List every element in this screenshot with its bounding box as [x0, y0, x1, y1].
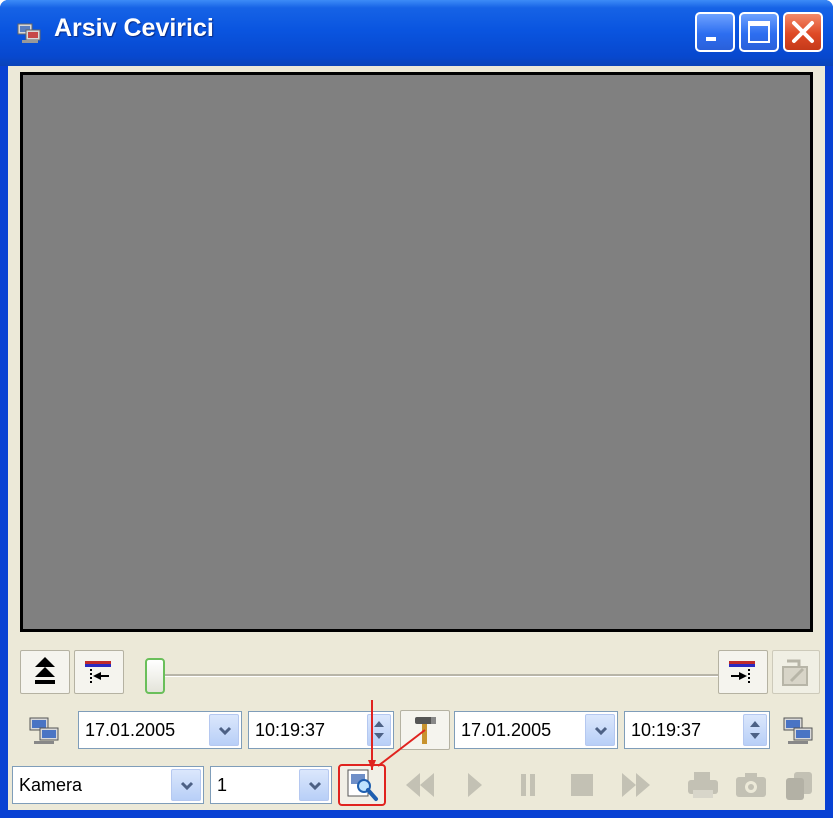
- chevron-down-icon: [308, 781, 322, 791]
- mark-start-icon: [85, 661, 111, 683]
- video-display: [20, 72, 813, 632]
- slider-track[interactable]: [158, 674, 718, 677]
- printer-icon: [688, 772, 718, 798]
- clip-edit-icon: [782, 659, 808, 686]
- end-date-picker[interactable]: 17.01.2005: [454, 711, 618, 749]
- playback-slider-row: [8, 646, 825, 704]
- end-camera-button[interactable]: [778, 710, 824, 750]
- window-title: Arsiv Cevirici: [54, 14, 214, 42]
- title-bar[interactable]: Arsiv Cevirici: [0, 0, 833, 66]
- end-time-value: 10:19:37: [631, 720, 702, 740]
- settings-tool-button[interactable]: [400, 710, 450, 750]
- start-time-spinner[interactable]: [367, 714, 391, 746]
- chevron-down-icon: [218, 726, 232, 736]
- camera-icon: [736, 773, 766, 797]
- copy-icon: [786, 772, 812, 800]
- export-clip-button[interactable]: [772, 650, 820, 694]
- camera-select[interactable]: Kamera: [12, 766, 204, 804]
- rewind-icon: [406, 773, 434, 797]
- stop-button[interactable]: [558, 764, 608, 806]
- camera-select-value: Kamera: [19, 775, 83, 795]
- copy-button[interactable]: [776, 764, 822, 806]
- minimize-icon: [706, 37, 716, 41]
- start-date-picker[interactable]: 17.01.2005: [78, 711, 242, 749]
- app-window: Arsiv Cevirici 17.01.2005 10:19:37 17.01…: [0, 0, 833, 818]
- end-date-dropdown[interactable]: [585, 714, 615, 746]
- maximize-icon: [748, 21, 770, 43]
- play-icon: [468, 773, 482, 797]
- play-button[interactable]: [450, 764, 500, 806]
- start-date-dropdown[interactable]: [209, 714, 239, 746]
- end-time-spinner[interactable]: [743, 714, 767, 746]
- start-time-value: 10:19:37: [255, 720, 326, 740]
- minimize-button[interactable]: [695, 12, 735, 52]
- camera-number-dropdown[interactable]: [299, 769, 329, 801]
- fast-forward-icon: [622, 773, 650, 797]
- end-date-value: 17.01.2005: [461, 720, 552, 740]
- camera-number-value: 1: [217, 775, 228, 795]
- start-date-value: 17.01.2005: [85, 720, 176, 740]
- camera-number-select[interactable]: 1: [210, 766, 332, 804]
- maximize-button[interactable]: [739, 12, 779, 52]
- eject-icon: [35, 657, 55, 684]
- eject-button[interactable]: [20, 650, 70, 694]
- pause-icon: [521, 774, 535, 796]
- client-area: 17.01.2005 10:19:37 17.01.2005 10:19:37 …: [8, 66, 825, 810]
- start-time-field[interactable]: 10:19:37: [248, 711, 394, 749]
- mark-end-icon: [729, 661, 755, 683]
- end-time-field[interactable]: 10:19:37: [624, 711, 770, 749]
- camera-select-dropdown[interactable]: [171, 769, 201, 801]
- spin-updown-icon: [374, 721, 384, 739]
- time-range-row: 17.01.2005 10:19:37 17.01.2005 10:19:37: [8, 706, 825, 756]
- pause-button[interactable]: [504, 764, 554, 806]
- search-archive-button[interactable]: [338, 764, 386, 806]
- rewind-button[interactable]: [396, 764, 446, 806]
- set-end-button[interactable]: [718, 650, 768, 694]
- spin-updown-icon: [750, 721, 760, 739]
- cameras-icon: [29, 717, 59, 744]
- slider-thumb[interactable]: [145, 658, 165, 694]
- app-cameras-icon: [17, 23, 41, 43]
- hammer-icon: [415, 717, 436, 744]
- set-start-button[interactable]: [74, 650, 124, 694]
- close-icon: [792, 21, 814, 43]
- fast-forward-button[interactable]: [612, 764, 662, 806]
- snapshot-button[interactable]: [728, 764, 774, 806]
- playback-controls-row: Kamera 1: [8, 758, 825, 810]
- close-button[interactable]: [783, 12, 823, 52]
- search-document-icon: [347, 769, 378, 801]
- print-button[interactable]: [680, 764, 726, 806]
- start-camera-button[interactable]: [24, 710, 74, 750]
- chevron-down-icon: [594, 726, 608, 736]
- stop-icon: [571, 774, 593, 796]
- cameras-icon: [783, 717, 813, 744]
- chevron-down-icon: [180, 781, 194, 791]
